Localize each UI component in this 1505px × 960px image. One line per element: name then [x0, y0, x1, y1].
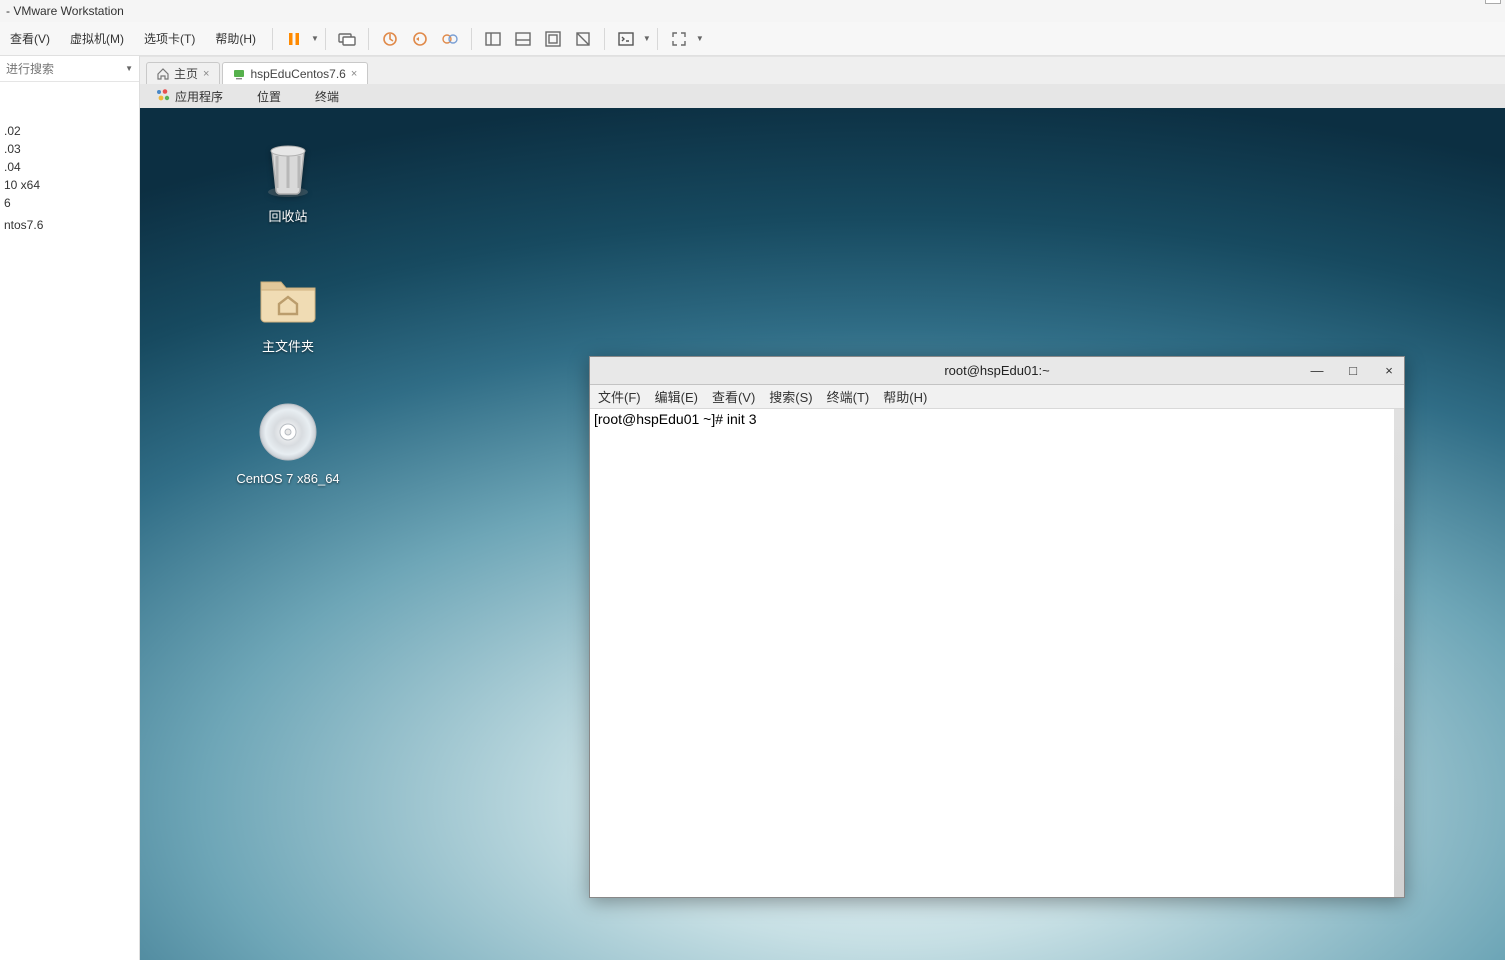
list-item[interactable]: .04 [0, 158, 139, 176]
tab-hspeducentos[interactable]: hspEduCentos7.6 × [222, 62, 368, 84]
menu-tabs[interactable]: 选项卡(T) [134, 22, 205, 55]
term-menu-terminal[interactable]: 终端(T) [827, 387, 870, 406]
toolbar-separator [368, 28, 369, 50]
view-split-button[interactable] [510, 26, 536, 52]
library-search[interactable]: ▼ [0, 56, 139, 82]
toolbar-separator [272, 28, 273, 50]
toolbar-separator [325, 28, 326, 50]
toolbar-separator [604, 28, 605, 50]
disc-icon [255, 399, 321, 465]
chevron-down-icon[interactable]: ▼ [643, 34, 651, 43]
term-menu-edit[interactable]: 编辑(E) [655, 387, 698, 406]
gnome-top-bar: 应用程序 位置 终端 [140, 84, 1505, 108]
vm-icon [233, 68, 245, 80]
close-icon[interactable]: × [203, 68, 209, 80]
tab-label: hspEduCentos7.6 [250, 67, 345, 81]
term-menu-file[interactable]: 文件(F) [598, 387, 641, 406]
view-single-button[interactable] [480, 26, 506, 52]
tab-home[interactable]: 主页 × [146, 62, 220, 84]
chevron-down-icon[interactable]: ▼ [696, 34, 704, 43]
console-button[interactable] [613, 26, 639, 52]
term-menu-search[interactable]: 搜索(S) [769, 387, 812, 406]
icon-label: CentOS 7 x86_64 [236, 471, 339, 486]
menu-help[interactable]: 帮助(H) [205, 22, 266, 55]
menu-vm[interactable]: 虚拟机(M) [60, 22, 134, 55]
stretch-button[interactable] [570, 26, 596, 52]
terminal-title: root@hspEdu01:~ [944, 363, 1049, 378]
close-icon[interactable]: × [351, 68, 357, 80]
menu-view[interactable]: 查看(V) [0, 22, 60, 55]
term-menu-view[interactable]: 查看(V) [712, 387, 755, 406]
minimize-button[interactable]: — [1308, 363, 1326, 378]
terminal-line: [root@hspEdu01 ~]# init 3 [594, 411, 1400, 427]
terminal-label: 终端 [315, 88, 339, 105]
list-item[interactable]: ntos7.6 [0, 216, 139, 234]
snapshot-revert-button[interactable] [407, 26, 433, 52]
terminal-launcher[interactable]: 终端 [305, 88, 349, 105]
send-ctrl-alt-del-button[interactable] [334, 26, 360, 52]
places-menu[interactable]: 位置 [247, 88, 291, 105]
desktop-icon-trash[interactable]: 回收站 [228, 134, 348, 225]
close-button[interactable]: × [1380, 363, 1398, 378]
app-title: - VMware Workstation [6, 4, 124, 18]
maximize-button[interactable]: □ [1344, 363, 1362, 378]
places-label: 位置 [257, 88, 281, 105]
trash-icon [255, 134, 321, 200]
home-icon [157, 68, 169, 80]
term-menu-help[interactable]: 帮助(H) [883, 387, 927, 406]
unity-button[interactable] [540, 26, 566, 52]
vm-tabs: 主页 × hspEduCentos7.6 × [140, 56, 1505, 84]
snapshot-take-button[interactable] [377, 26, 403, 52]
folder-home-icon [255, 264, 321, 330]
list-item[interactable]: .03 [0, 140, 139, 158]
close-icon[interactable]: × [1485, 0, 1501, 4]
vmware-menubar: 查看(V) 虚拟机(M) 选项卡(T) 帮助(H) ▼ ▼ ▼ [0, 22, 1505, 56]
library-list: .02 .03 .04 10 x64 6 ntos7.6 [0, 82, 139, 960]
icon-label: 主文件夹 [262, 336, 314, 355]
library-sidebar: × ▼ .02 .03 .04 10 x64 6 ntos7.6 [0, 56, 140, 960]
scrollbar[interactable] [1394, 409, 1404, 897]
toolbar-separator [471, 28, 472, 50]
applications-label: 应用程序 [175, 88, 223, 105]
desktop-icon-iso[interactable]: CentOS 7 x86_64 [228, 399, 348, 486]
icon-label: 回收站 [268, 206, 307, 225]
fullscreen-button[interactable] [666, 26, 692, 52]
search-input[interactable] [6, 62, 125, 76]
terminal-titlebar[interactable]: root@hspEdu01:~ — □ × [590, 357, 1404, 385]
snapshot-manage-button[interactable] [437, 26, 463, 52]
terminal-body[interactable]: [root@hspEdu01 ~]# init 3 [590, 409, 1404, 897]
gnome-foot-icon [156, 89, 170, 103]
chevron-down-icon[interactable]: ▼ [311, 34, 319, 43]
terminal-window[interactable]: root@hspEdu01:~ — □ × 文件(F) 编辑(E) 查看(V) … [589, 356, 1405, 898]
guest-desktop[interactable]: 应用程序 位置 终端 回收站 [140, 84, 1505, 960]
chevron-down-icon[interactable]: ▼ [125, 64, 133, 73]
desktop-icon-home[interactable]: 主文件夹 [228, 264, 348, 355]
toolbar-separator [657, 28, 658, 50]
list-item[interactable]: 6 [0, 194, 139, 212]
terminal-menubar: 文件(F) 编辑(E) 查看(V) 搜索(S) 终端(T) 帮助(H) [590, 385, 1404, 409]
vmware-titlebar: - VMware Workstation [0, 0, 1505, 22]
pause-button[interactable] [281, 26, 307, 52]
applications-menu[interactable]: 应用程序 [146, 88, 233, 105]
tab-label: 主页 [174, 65, 198, 82]
list-item[interactable]: 10 x64 [0, 176, 139, 194]
list-item[interactable]: .02 [0, 122, 139, 140]
